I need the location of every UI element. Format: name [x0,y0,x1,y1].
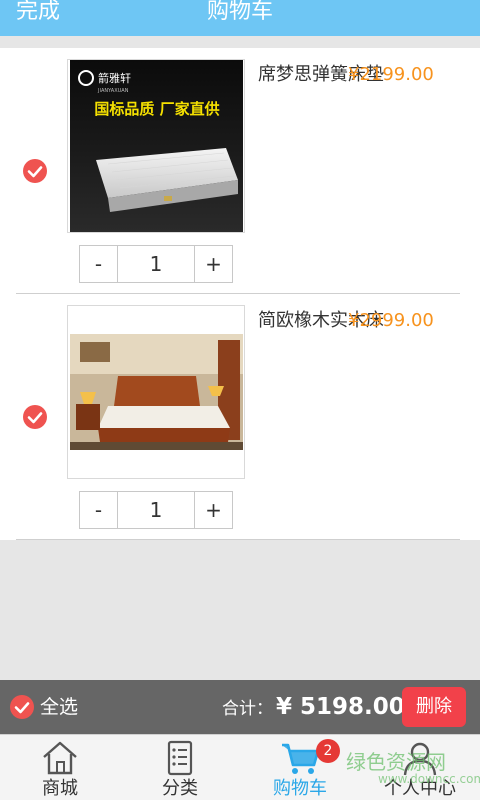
image-slogan: 国标品质 厂家直供 [94,100,219,118]
quantity-stepper: - 1 + [79,245,233,283]
checkmark-icon [27,166,43,178]
cart-icon [282,743,320,774]
page-title: 购物车 [206,0,273,24]
quantity-field[interactable]: 1 [118,246,194,282]
bed-image [68,306,244,478]
item-checkbox[interactable] [23,405,47,429]
cart-count-badge: 2 [316,739,340,763]
product-price: ¥2999.00 [348,310,434,331]
brand-logo-text: 箭雅轩 [98,71,131,85]
increase-button[interactable]: + [194,246,232,282]
decrease-button[interactable]: - [80,246,118,282]
total-label: 合计： [222,699,273,719]
checkout-bar: 全选 合计： ¥ 5198.00 删除 [0,680,480,734]
cart-list: 箭雅轩 JIANYAXUAN 国标品质 厂家直供 席梦思弹簧床垫 ¥2199.0… [0,48,480,540]
total-amount: ¥ 5198.00 [276,694,405,720]
watermark: 绿色资源网 www.downcc.com [340,742,480,800]
product-price: ¥2199.00 [348,64,434,85]
tab-category[interactable]: 分类 [120,735,240,800]
header-bar: 购物车 完成 [0,0,480,36]
mattress-image: 箭雅轩 JIANYAXUAN 国标品质 厂家直供 [70,60,243,232]
product-image[interactable]: 箭雅轩 JIANYAXUAN 国标品质 厂家直供 [67,59,245,233]
tab-label: 商城 [42,778,78,799]
decrease-button[interactable]: - [80,492,118,528]
product-image[interactable] [67,305,245,479]
quantity-field[interactable]: 1 [118,492,194,528]
select-all-label[interactable]: 全选 [40,694,78,720]
tab-label: 分类 [162,778,198,799]
quantity-stepper: - 1 + [79,491,233,529]
select-all-checkbox[interactable] [10,695,34,719]
checkmark-icon [27,412,43,424]
item-divider [16,539,460,540]
list-icon [167,740,193,776]
cart-item: 箭雅轩 JIANYAXUAN 国标品质 厂家直供 席梦思弹簧床垫 ¥2199.0… [0,48,480,294]
watermark-url: www.downcc.com [378,772,480,786]
brand-logo-subtext: JIANYAXUAN [97,88,129,94]
home-icon [43,741,77,775]
checkmark-icon [14,702,30,714]
tab-home[interactable]: 商城 [0,735,120,800]
cart-item: 简欧橡木实木床 ¥2999.00 - 1 + [0,294,480,540]
watermark-text: 绿色资源网 [346,750,446,774]
delete-button[interactable]: 删除 [402,687,466,727]
increase-button[interactable]: + [194,492,232,528]
item-checkbox[interactable] [23,159,47,183]
done-button[interactable]: 完成 [16,0,60,26]
